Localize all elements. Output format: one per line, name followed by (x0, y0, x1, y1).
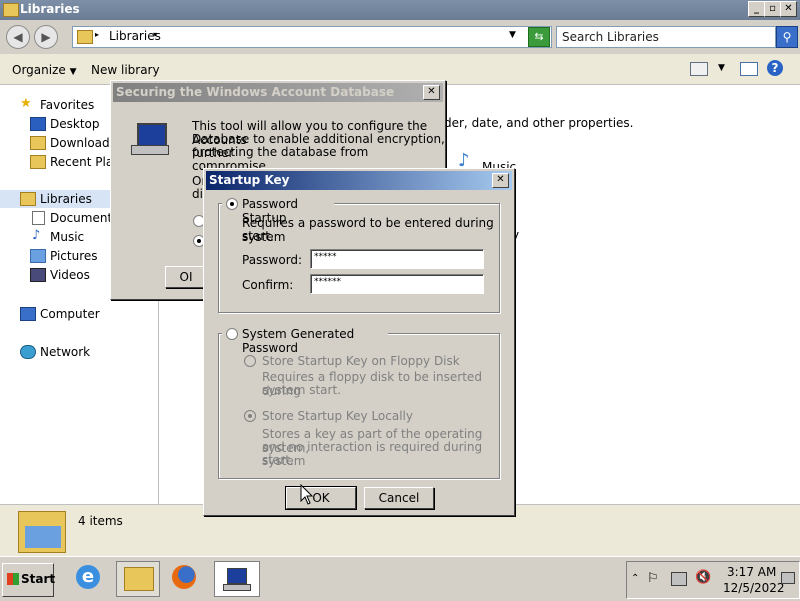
organize-button[interactable]: Organize ▼ (12, 63, 77, 77)
search-icon[interactable]: ⚲ (776, 26, 798, 48)
floppy-radio[interactable] (244, 355, 256, 367)
show-desktop-icon[interactable] (781, 572, 795, 584)
views-chevron-icon[interactable]: ▼ (718, 63, 725, 73)
mouse-cursor-icon (300, 484, 314, 505)
computer-icon (20, 307, 36, 321)
search-input[interactable]: Search Libraries (556, 26, 776, 48)
confirm-label: Confirm: (242, 278, 294, 292)
system-generated-option[interactable]: System Generated Password (222, 326, 388, 355)
nav-computer[interactable]: Computer (0, 305, 158, 323)
desktop-icon (30, 117, 46, 131)
startup-key-title: Startup Key (209, 173, 290, 187)
search-placeholder: Search Libraries (562, 30, 659, 44)
close-button[interactable]: ✕ (492, 173, 509, 188)
ok-button[interactable]: OK (285, 486, 357, 510)
title-bar: Libraries _ ▫ ✕ (0, 0, 800, 20)
internet-explorer-taskbar-icon[interactable]: e (68, 561, 110, 595)
libraries-icon (20, 192, 36, 206)
password-startup-radio[interactable] (226, 198, 238, 210)
locally-label: Store Startup Key Locally (262, 409, 413, 423)
startup-key-titlebar: Startup Key ✕ (206, 171, 512, 190)
network-icon (20, 345, 36, 359)
locally-desc-2: and no interaction is required during sy… (262, 440, 483, 468)
show-hidden-icons-icon[interactable]: ⌃ (631, 573, 639, 584)
close-button[interactable]: ✕ (780, 1, 797, 17)
maximize-button[interactable]: ▫ (764, 1, 781, 17)
password-field[interactable]: ***** (310, 249, 484, 269)
recent-places-icon (30, 155, 46, 169)
libraries-icon (18, 511, 66, 553)
security-ok-button[interactable]: OI (165, 266, 207, 288)
windows-logo-icon (7, 573, 19, 585)
help-icon[interactable]: ? (767, 60, 783, 76)
pictures-icon (30, 249, 46, 263)
address-bar-area: ◀ ▶ ▸ Libraries ▾ ▼ ⇆ Search Libraries ⚲ (0, 20, 800, 54)
start-button[interactable]: Start (2, 563, 55, 597)
views-icon[interactable] (690, 62, 708, 76)
documents-icon (32, 211, 45, 225)
security-tool-taskbar-icon[interactable] (214, 561, 260, 597)
volume-muted-icon[interactable]: 🔇 (695, 570, 711, 585)
password-label: Password: (242, 253, 303, 267)
folder-icon (3, 3, 19, 17)
address-field[interactable]: ▸ Libraries ▾ ▼ (72, 26, 552, 48)
item-count: 4 items (78, 514, 123, 528)
explorer-taskbar-icon[interactable] (116, 561, 160, 597)
computer-key-icon (131, 121, 171, 155)
network-tray-icon[interactable] (671, 572, 687, 586)
back-button[interactable]: ◀ (6, 25, 30, 49)
forward-button[interactable]: ▶ (34, 25, 58, 49)
libraries-description: der, date, and other properties. (444, 116, 634, 130)
address-history-chevron-icon[interactable]: ▼ (509, 30, 516, 40)
password-startup-desc-1: Requires a password to be entered during… (242, 216, 494, 244)
security-dialog-titlebar: Securing the Windows Account Database ✕ (113, 83, 443, 102)
system-generated-radio[interactable] (226, 328, 238, 340)
taskbar: Start e ⌃ ⚐ 🔇 3:17 AM 12/5/2022 (0, 556, 800, 601)
clock-date[interactable]: 12/5/2022 (723, 581, 785, 595)
system-tray: ⌃ ⚐ 🔇 3:17 AM 12/5/2022 (626, 561, 800, 599)
nav-network[interactable]: Network (0, 343, 158, 361)
confirm-field[interactable]: ****** (310, 274, 484, 294)
preview-pane-icon[interactable] (740, 62, 758, 76)
password-startup-option[interactable]: Password Startup (222, 196, 334, 225)
floppy-label: Store Startup Key on Floppy Disk (262, 354, 460, 368)
refresh-button[interactable]: ⇆ (528, 27, 550, 47)
locally-desc-3: start. (262, 453, 294, 467)
firefox-taskbar-icon[interactable] (164, 561, 206, 595)
chevron-down-icon[interactable]: ▾ (153, 30, 157, 39)
window-title: Libraries (20, 2, 80, 16)
action-center-flag-icon[interactable]: ⚐ (647, 571, 659, 586)
security-dialog-title: Securing the Windows Account Database (116, 85, 395, 99)
new-library-button[interactable]: New library (91, 63, 160, 77)
folder-icon (77, 30, 93, 44)
startup-key-dialog: Startup Key ✕ Password Startup Requires … (203, 168, 515, 516)
password-startup-desc-2: start. (242, 229, 274, 243)
minimize-button[interactable]: _ (748, 1, 765, 17)
music-icon: ♪ (32, 228, 41, 243)
clock-time[interactable]: 3:17 AM (727, 565, 776, 579)
star-icon: ★ (20, 96, 32, 111)
locally-radio[interactable] (244, 410, 256, 422)
videos-icon (30, 268, 46, 282)
floppy-desc-2: system start. (262, 383, 341, 397)
downloads-icon (30, 136, 46, 150)
cancel-button[interactable]: Cancel (364, 487, 434, 509)
close-button[interactable]: ✕ (423, 85, 440, 100)
chevron-down-icon: ▼ (69, 67, 77, 77)
